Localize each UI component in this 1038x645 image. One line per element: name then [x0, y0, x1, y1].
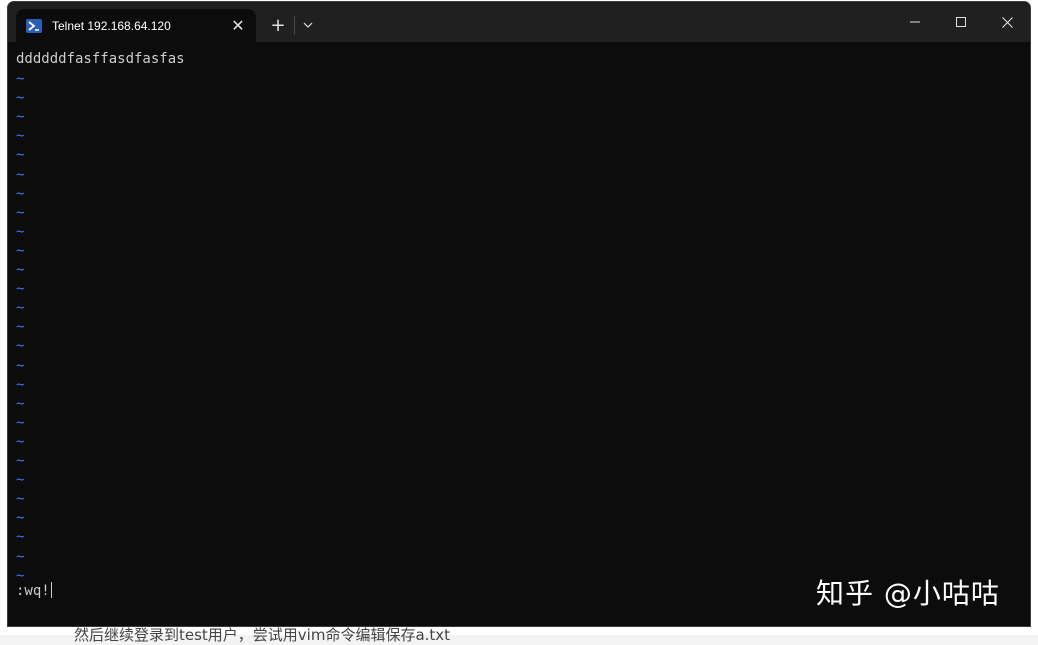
tilde-marker: ~ [16, 319, 25, 336]
command-line[interactable]: :wq! [16, 582, 52, 601]
tilde-marker: ~ [16, 300, 25, 317]
tab-telnet[interactable]: Telnet 192.168.64.120 ✕ [16, 9, 256, 42]
terminal-window: Telnet 192.168.64.120 ✕ + ddddddfasffasd… [8, 2, 1030, 626]
tilde-marker: ~ [16, 529, 25, 546]
tilde-marker: ~ [16, 90, 25, 107]
close-window-button[interactable] [984, 2, 1030, 42]
close-icon [1001, 16, 1013, 28]
tilde-marker: ~ [16, 128, 25, 145]
tilde-marker: ~ [16, 109, 25, 126]
tilde-marker: ~ [16, 510, 25, 527]
maximize-button[interactable] [938, 2, 984, 42]
tilde-marker: ~ [16, 166, 25, 183]
text-cursor [50, 582, 52, 598]
tilde-marker: ~ [16, 376, 25, 393]
tilde-marker: ~ [16, 338, 25, 355]
maximize-icon [956, 17, 966, 27]
tilde-marker: ~ [16, 242, 25, 259]
command-text: :wq! [16, 583, 50, 599]
minimize-icon [910, 21, 920, 23]
tab-divider [294, 16, 295, 34]
tilde-marker: ~ [16, 548, 25, 565]
tilde-marker: ~ [16, 357, 25, 374]
tilde-marker: ~ [16, 262, 25, 278]
tilde-marker: ~ [16, 433, 25, 450]
tilde-marker: ~ [16, 491, 25, 508]
tilde-marker: ~ [16, 204, 25, 221]
tilde-marker: ~ [16, 281, 25, 298]
watermark: 知乎 @小咕咕 [816, 577, 1000, 610]
powershell-icon [26, 18, 42, 33]
tilde-marker: ~ [16, 472, 25, 489]
chevron-down-icon [303, 22, 313, 28]
tilde-marker: ~ [16, 223, 25, 240]
tab-dropdown-button[interactable] [296, 11, 320, 39]
tab-close-icon[interactable]: ✕ [224, 12, 252, 40]
tilde-marker: ~ [16, 147, 25, 164]
terminal-content[interactable]: ddddddfasffasdfasfas ~ ~ ~ ~ ~ ~ ~ ~ ~ ~ ~ ~ ~ ~ ~ ~ ~ ~ ~… [8, 42, 1030, 626]
tilde-marker: ~ [16, 185, 25, 202]
minimize-button[interactable] [892, 2, 938, 42]
tilde-marker: ~ [16, 71, 25, 87]
buffer-first-line: ddddddfasffasdfasfas [16, 51, 185, 67]
new-tab-button[interactable]: + [266, 11, 290, 39]
tilde-marker: ~ [16, 395, 25, 412]
tab-title: Telnet 192.168.64.120 [52, 18, 171, 33]
title-bar[interactable]: Telnet 192.168.64.120 ✕ + [8, 2, 1030, 42]
tilde-marker: ~ [16, 453, 25, 469]
tilde-marker: ~ [16, 414, 25, 431]
